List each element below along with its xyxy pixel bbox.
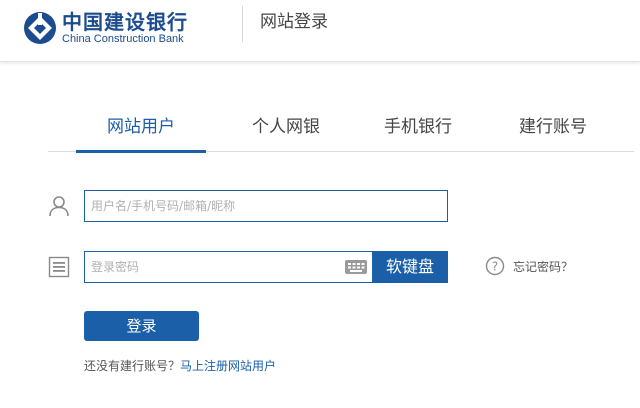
login-tabs: 网站用户 个人网银 手机银行 建行账号 [48, 108, 634, 153]
password-input[interactable] [84, 251, 372, 283]
username-input[interactable] [84, 190, 448, 222]
header: 中国建设银行 China Construction Bank 网站登录 [0, 0, 640, 62]
tab-ccb-account[interactable]: 建行账号 [493, 108, 613, 152]
page-title: 网站登录 [260, 12, 328, 32]
register-link[interactable]: 马上注册网站用户 [180, 359, 276, 373]
tab-mobile-banking[interactable]: 手机银行 [358, 108, 478, 152]
password-icon [48, 256, 70, 278]
forgot-password-label: 忘记密码？ [513, 259, 574, 274]
logo-chinese-name: 中国建设银行 [62, 10, 188, 34]
login-button[interactable]: 登录 [84, 311, 199, 341]
logo-english-name: China Construction Bank [62, 33, 184, 45]
svg-text:?: ? [492, 260, 498, 274]
header-divider [242, 6, 243, 42]
keyboard-icon[interactable] [344, 256, 368, 278]
register-prompt: 还没有建行账号？马上注册网站用户 [84, 357, 276, 374]
tab-personal-ebanking[interactable]: 个人网银 [226, 108, 346, 152]
tab-website-user[interactable]: 网站用户 [76, 108, 206, 153]
forgot-password-link[interactable]: ? 忘记密码？ [485, 256, 573, 276]
user-icon [49, 196, 69, 217]
ccb-logo[interactable]: 中国建设银行 China Construction Bank [22, 6, 188, 50]
soft-keyboard-button[interactable]: 软键盘 [372, 251, 448, 283]
help-icon: ? [485, 256, 505, 276]
ccb-logo-icon [24, 12, 56, 44]
register-prompt-text: 还没有建行账号？ [84, 359, 181, 373]
